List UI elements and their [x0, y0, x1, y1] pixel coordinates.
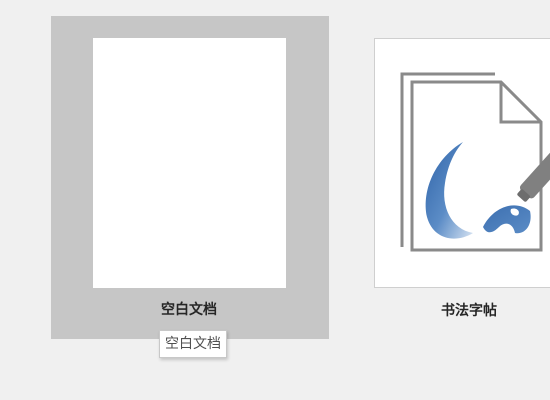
- blank-document-thumbnail: [93, 38, 286, 288]
- template-blank-document[interactable]: 空白文档: [51, 16, 329, 339]
- template-calligraphy-copybook[interactable]: 书法字帖: [374, 38, 550, 319]
- template-label: 空白文档: [161, 302, 217, 318]
- calligraphy-thumbnail: [374, 38, 550, 288]
- tooltip: 空白文档: [159, 330, 227, 358]
- template-label: 书法字帖: [441, 303, 497, 319]
- calligraphy-brush-icon: [400, 72, 550, 252]
